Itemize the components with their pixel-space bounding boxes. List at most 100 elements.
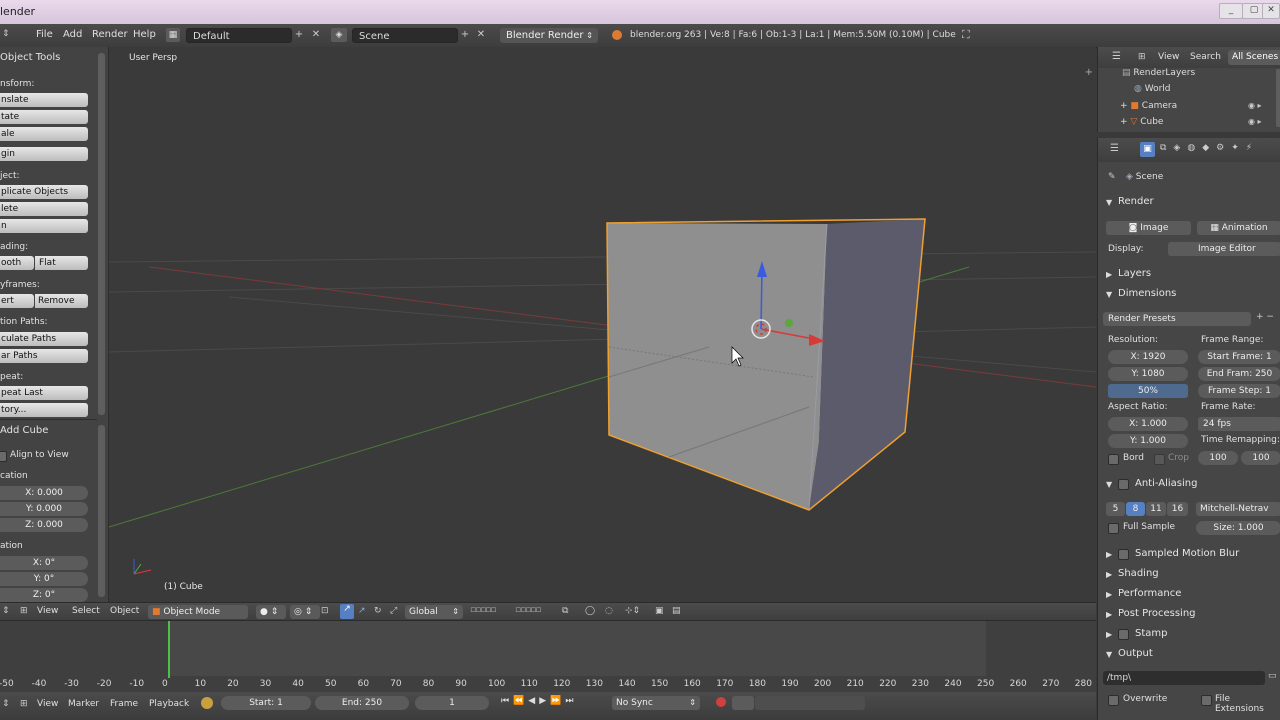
file-extensions-checkbox[interactable]: [1201, 695, 1212, 706]
menu-render[interactable]: Render: [92, 29, 128, 40]
keying-set-field[interactable]: [732, 696, 754, 710]
sync-mode-select[interactable]: No Sync ⇕: [612, 696, 700, 710]
editor-type-icon[interactable]: ⇕: [2, 29, 12, 41]
render-tab-icon[interactable]: ▣: [1140, 142, 1155, 157]
render-animation-button[interactable]: ▦ Animation: [1197, 221, 1280, 235]
display-select[interactable]: Image Editor: [1168, 242, 1280, 256]
panel-expand-icon[interactable]: ▶: [1106, 590, 1112, 599]
anti-aliasing-panel-header[interactable]: Anti-Aliasing: [1135, 478, 1197, 489]
render-animation-icon[interactable]: ▤: [672, 606, 681, 616]
outliner-item-renderlayers[interactable]: ▤ RenderLayers: [1122, 68, 1195, 78]
join-button[interactable]: n: [0, 219, 88, 233]
overwrite-checkbox[interactable]: [1108, 695, 1119, 706]
filter-size-field[interactable]: Size: 1.000: [1196, 521, 1280, 535]
anti-aliasing-checkbox[interactable]: [1118, 479, 1129, 490]
full-sample-checkbox[interactable]: [1108, 523, 1119, 534]
visibility-eye-icon[interactable]: ◉ ▸: [1248, 117, 1262, 126]
snap-target-icon[interactable]: ⊹⇕: [625, 606, 640, 616]
playback-controls[interactable]: ⏮⏪◀▶⏩⏭: [501, 696, 605, 710]
menu-help[interactable]: Help: [133, 29, 156, 40]
layers-panel-header[interactable]: Layers: [1118, 268, 1151, 279]
scene-field[interactable]: Scene: [352, 28, 458, 43]
location-z-field[interactable]: Z: 0.000: [0, 518, 88, 532]
render-image-button[interactable]: ◙ Image: [1106, 221, 1191, 235]
resolution-y-field[interactable]: Y: 1080: [1108, 367, 1188, 381]
operator-panel-scrollbar[interactable]: [98, 425, 105, 597]
flat-button[interactable]: Flat: [35, 256, 88, 270]
manipulator-toggle-icon[interactable]: ↗: [340, 604, 354, 619]
insert-keyframe-button[interactable]: ert: [0, 294, 34, 308]
end-frame-field[interactable]: End Fram: 250: [1198, 367, 1280, 381]
proportional-edit-icon[interactable]: ◯: [585, 606, 595, 616]
remap-old-field[interactable]: 100: [1198, 451, 1238, 465]
outliner-item-camera[interactable]: + ■ Camera: [1120, 101, 1177, 111]
rotate-manip-icon[interactable]: ↻: [374, 606, 382, 616]
panel-collapse-icon[interactable]: ▼: [1106, 198, 1112, 207]
preview-range-icon[interactable]: [201, 697, 213, 709]
add-preset-icon[interactable]: + −: [1256, 312, 1274, 322]
scene-icon[interactable]: ◈: [331, 28, 347, 42]
active-keying-set-select[interactable]: [755, 696, 865, 710]
motion-blur-checkbox[interactable]: [1118, 549, 1129, 560]
expand-icon[interactable]: +: [1120, 117, 1130, 127]
menu-playback[interactable]: Playback: [149, 699, 189, 709]
crop-checkbox[interactable]: [1154, 454, 1165, 465]
layers-row-2-icon[interactable]: ▫▫▫▫▫: [515, 605, 555, 619]
post-processing-panel-header[interactable]: Post Processing: [1118, 608, 1196, 619]
menu-view[interactable]: View: [37, 699, 58, 709]
panel-expand-icon[interactable]: ▶: [1106, 270, 1112, 279]
remap-new-field[interactable]: 100: [1241, 451, 1280, 465]
border-checkbox[interactable]: [1108, 454, 1119, 465]
viewport-shading-select[interactable]: ● ⇕: [256, 605, 286, 619]
remove-keyframe-button[interactable]: Remove: [35, 294, 88, 308]
performance-panel-header[interactable]: Performance: [1118, 588, 1181, 599]
close-icon[interactable]: ✕: [1262, 3, 1280, 19]
visibility-eye-icon[interactable]: ◉ ▸: [1248, 101, 1262, 110]
record-icon[interactable]: [716, 697, 726, 707]
clear-paths-button[interactable]: ar Paths: [0, 349, 88, 363]
history-button[interactable]: tory...: [0, 403, 88, 417]
cube-side-face[interactable]: [809, 219, 925, 510]
add-scene-icon[interactable]: +: [458, 28, 472, 42]
outliner-item-world[interactable]: ◍ World: [1134, 84, 1171, 94]
menu-select[interactable]: Select: [72, 606, 100, 616]
frame-step-field[interactable]: Frame Step: 1: [1198, 384, 1280, 398]
layers-row-1-icon[interactable]: ▫▫▫▫▫: [470, 605, 510, 619]
render-panel-header[interactable]: Render: [1118, 196, 1154, 207]
tool-shelf-scrollbar[interactable]: [98, 53, 105, 415]
orientation-select[interactable]: Global ⇕: [405, 605, 463, 619]
menu-view[interactable]: View: [1158, 52, 1179, 62]
output-panel-header[interactable]: Output: [1118, 648, 1153, 659]
calculate-paths-button[interactable]: culate Paths: [0, 332, 88, 346]
mode-select[interactable]: ■ Object Mode: [148, 605, 248, 619]
menu-marker[interactable]: Marker: [68, 699, 99, 709]
properties-region-toggle-icon[interactable]: +: [1085, 67, 1093, 78]
panel-expand-icon[interactable]: ▶: [1106, 630, 1112, 639]
context-tabs-icons[interactable]: ⧉◈◍◆⚙✦⚡: [1160, 143, 1259, 153]
render-engine-select[interactable]: Blender Render ⇕: [500, 28, 598, 43]
aa-samples-5[interactable]: 5: [1106, 502, 1125, 516]
add-layout-icon[interactable]: +: [292, 28, 306, 42]
current-frame-marker[interactable]: [168, 621, 170, 678]
minimize-icon[interactable]: _: [1219, 3, 1243, 19]
aa-samples-16[interactable]: 16: [1167, 502, 1188, 516]
cube-front-face[interactable]: [607, 223, 827, 510]
location-x-field[interactable]: X: 0.000: [0, 486, 88, 500]
aa-samples-11[interactable]: 11: [1146, 502, 1166, 516]
render-preview-icon[interactable]: ▣: [655, 606, 664, 616]
current-frame-field[interactable]: 1: [415, 696, 489, 710]
screen-layout-icon[interactable]: ▦: [166, 28, 180, 42]
editor-type-icon[interactable]: ⇕: [2, 606, 10, 616]
fullscreen-icon[interactable]: ⛶: [962, 28, 976, 42]
frame-rate-select[interactable]: 24 fps: [1198, 417, 1280, 431]
menu-search[interactable]: Search: [1190, 52, 1221, 62]
end-frame-field[interactable]: End: 250: [315, 696, 409, 710]
menu-collapse-icon[interactable]: ⊞: [1138, 52, 1146, 62]
menu-file[interactable]: File: [36, 29, 53, 40]
panel-expand-icon[interactable]: ▶: [1106, 550, 1112, 559]
resolution-x-field[interactable]: X: 1920: [1108, 350, 1188, 364]
rotation-x-field[interactable]: X: 0°: [0, 556, 88, 570]
outliner-item-cube[interactable]: + ▽ Cube: [1120, 117, 1163, 127]
menu-collapse-icon[interactable]: ⊞: [20, 606, 28, 616]
rotation-y-field[interactable]: Y: 0°: [0, 572, 88, 586]
